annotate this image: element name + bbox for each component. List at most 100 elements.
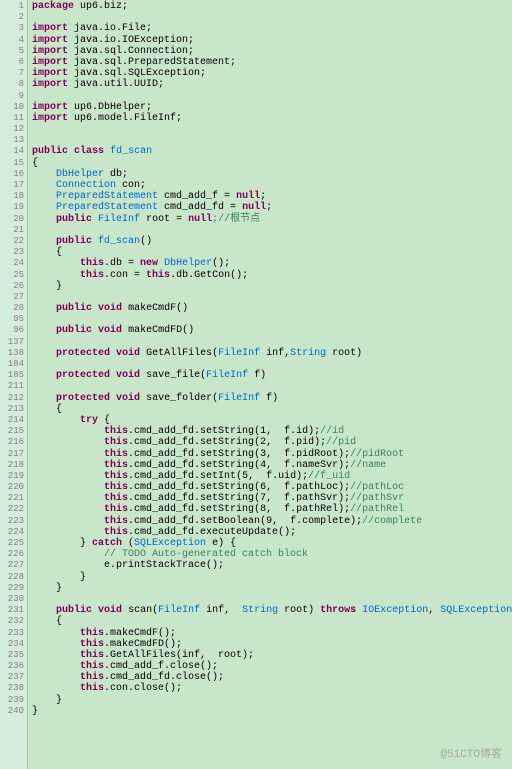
code-line: protected void save_folder(FileInf f) [32,393,512,404]
code-line: this.con = this.db.GetCon(); [32,270,512,281]
line-number: 95 [0,314,27,325]
code-line: package up6.biz; [32,1,512,12]
watermark: @51CTO博客 [440,745,502,761]
code-line [32,124,512,135]
code-line: this.cmd_add_fd.setString(3, f.pidRoot);… [32,449,512,460]
code-line: public FileInf root = null;//根节点 [32,214,512,225]
code-line: } catch (SQLException e) { [32,538,512,549]
code-line: this.cmd_add_fd.setInt(5, f.uid);//f_uid [32,471,512,482]
line-number: 12 [0,124,27,135]
code-line: e.printStackTrace(); [32,560,512,571]
line-number: 233 [0,628,27,639]
code-line: import up6.model.FileInf; [32,113,512,124]
line-number: 220 [0,482,27,493]
code-line: this.cmd_add_fd.setString(1, f.id);//id [32,426,512,437]
code-line: import java.sql.PreparedStatement; [32,57,512,68]
line-number: 224 [0,527,27,538]
line-number: 137 [0,337,27,348]
code-line [32,12,512,23]
code-line: { [32,404,512,415]
code-line: { [32,247,512,258]
code-line: this.cmd_add_f.close(); [32,661,512,672]
line-number: 223 [0,516,27,527]
code-line: } [32,583,512,594]
line-number: 222 [0,504,27,515]
code-line: public void makeCmdF() [32,303,512,314]
line-number: 2 [0,12,27,23]
code-line: this.makeCmdFD(); [32,639,512,650]
code-line: import java.util.UUID; [32,79,512,90]
line-number: 238 [0,683,27,694]
line-number: 26 [0,281,27,292]
line-number: 96 [0,325,27,336]
line-number: 24 [0,258,27,269]
code-line: public void makeCmdFD() [32,325,512,336]
line-number: 21 [0,225,27,236]
line-number: 234 [0,639,27,650]
code-line: } [32,695,512,706]
code-line: Connection con; [32,180,512,191]
line-number: 214 [0,415,27,426]
line-number: 216 [0,437,27,448]
code-line: { [32,158,512,169]
line-number: 1 [0,1,27,12]
code-line: import java.sql.SQLException; [32,68,512,79]
code-line [32,135,512,146]
code-line: } [32,281,512,292]
code-line: this.cmd_add_fd.setString(6, f.pathLoc);… [32,482,512,493]
line-number: 227 [0,560,27,571]
code-line [32,359,512,370]
code-line: this.cmd_add_fd.close(); [32,672,512,683]
code-line: import java.io.File; [32,23,512,34]
code-line: import java.io.IOException; [32,35,512,46]
line-number: 9 [0,91,27,102]
line-number: 4 [0,35,27,46]
code-line [32,91,512,102]
line-number: 240 [0,706,27,717]
code-line: public void scan(FileInf inf, String roo… [32,605,512,616]
code-line: this.cmd_add_fd.setBoolean(9, f.complete… [32,516,512,527]
code-editor: 1 2 3 4 5 6 7 8 9 10 11 12 13 14 15 16 1… [0,0,512,769]
line-number: 232 [0,616,27,627]
code-line: } [32,572,512,583]
line-number: 185 [0,370,27,381]
line-number: 15 [0,158,27,169]
code-line: import up6.DbHelper; [32,102,512,113]
line-number: 19 [0,202,27,213]
line-number: 10 [0,102,27,113]
line-number: 6 [0,57,27,68]
line-number: 28 [0,303,27,314]
code-line: protected void save_file(FileInf f) [32,370,512,381]
line-number: 229 [0,583,27,594]
line-number: 138 [0,348,27,359]
code-line: this.cmd_add_fd.executeUpdate(); [32,527,512,538]
line-number: 23 [0,247,27,258]
line-number: 237 [0,672,27,683]
code-line: this.cmd_add_fd.setString(2, f.pid);//pi… [32,437,512,448]
line-number: 22 [0,236,27,247]
line-number: 230 [0,594,27,605]
code-line: this.cmd_add_fd.setString(7, f.pathSvr);… [32,493,512,504]
code-content[interactable]: package up6.biz; import java.io.File; im… [28,0,512,769]
code-line: this.cmd_add_fd.setString(8, f.pathRel);… [32,504,512,515]
code-line [32,225,512,236]
code-line [32,314,512,325]
code-line [32,594,512,605]
line-number: 213 [0,404,27,415]
line-number: 219 [0,471,27,482]
line-number: 7 [0,68,27,79]
code-line: } [32,706,512,717]
line-number: 11 [0,113,27,124]
line-number: 228 [0,572,27,583]
line-number: 16 [0,169,27,180]
code-line: this.cmd_add_fd.setString(4, f.nameSvr);… [32,460,512,471]
code-line: protected void GetAllFiles(FileInf inf,S… [32,348,512,359]
line-number: 20 [0,214,27,225]
line-number: 211 [0,381,27,392]
line-number: 215 [0,426,27,437]
line-number: 17 [0,180,27,191]
code-line [32,337,512,348]
code-line: this.makeCmdF(); [32,628,512,639]
code-line: DbHelper db; [32,169,512,180]
line-number: 3 [0,23,27,34]
